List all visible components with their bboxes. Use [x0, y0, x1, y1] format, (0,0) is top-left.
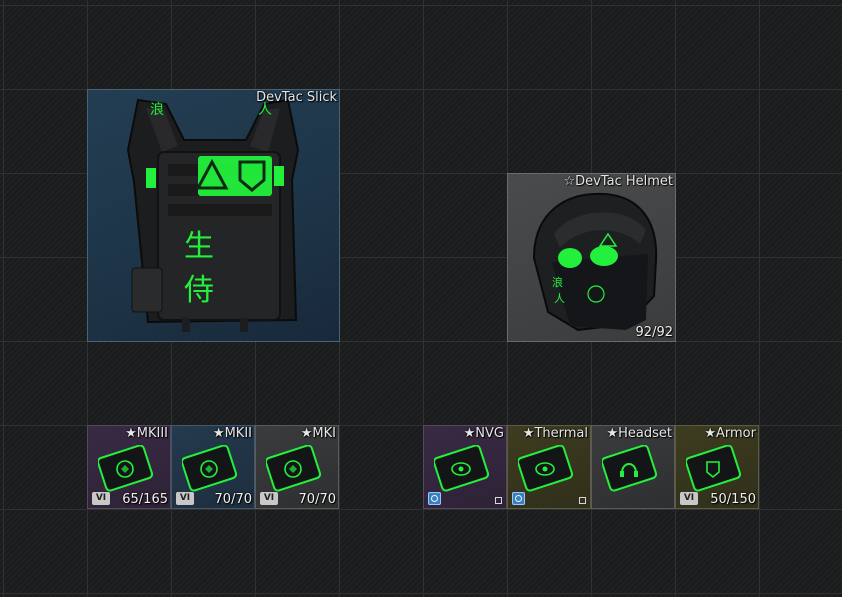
mod-slot-icon: [512, 492, 525, 505]
thermal-module-item[interactable]: ★Thermal: [507, 425, 591, 509]
shield-icon: [686, 444, 742, 492]
slot-indicator-icon: [579, 497, 586, 504]
svg-text:浪: 浪: [150, 102, 164, 118]
mkiii-plate-item[interactable]: ★MKIII VI 65/165: [87, 425, 171, 509]
item-name: ★Headset: [606, 426, 672, 441]
durability-label: 50/150: [710, 492, 756, 507]
mkii-plate-item[interactable]: ★MKII VI 70/70: [171, 425, 255, 509]
armor-card-icon: [182, 444, 238, 492]
durability-label: 65/165: [122, 492, 168, 507]
headset-icon: [602, 444, 658, 492]
svg-text:生: 生: [184, 229, 214, 264]
devtac-helmet-item[interactable]: 浪 人 ☆DevTac Helmet 92/92: [507, 173, 676, 342]
armor-card-icon: [266, 444, 322, 492]
armor-module-item[interactable]: ★Armor VI 50/150: [675, 425, 759, 509]
item-name: ★MKI: [300, 426, 336, 441]
armor-class-badge: VI: [92, 492, 110, 505]
item-name: ★NVG: [463, 426, 504, 441]
item-name: ★MKII: [212, 426, 252, 441]
devtac-slick-item[interactable]: 生 侍 浪 人 DevTac Slick: [87, 89, 340, 342]
item-name: ☆DevTac Helmet: [563, 174, 673, 189]
item-name: ★Armor: [704, 426, 756, 441]
durability-label: 92/92: [635, 325, 673, 340]
inventory-grid: 生 侍 浪 人 DevTac Slick 浪 人 ☆DevTac Helmet …: [0, 0, 842, 597]
item-name: DevTac Slick: [256, 90, 337, 105]
armor-class-badge: VI: [260, 492, 278, 505]
helmet-icon: 浪 人: [532, 192, 658, 332]
headset-module-item[interactable]: ★Headset: [591, 425, 675, 509]
armor-class-badge: VI: [680, 492, 698, 505]
durability-label: 70/70: [214, 492, 252, 507]
svg-text:浪: 浪: [552, 275, 563, 289]
mki-plate-item[interactable]: ★MKI VI 70/70: [255, 425, 339, 509]
armor-card-icon: [98, 444, 154, 492]
eye-icon: [518, 444, 574, 492]
plate-carrier-icon: 生 侍 浪 人: [126, 98, 300, 332]
item-name: ★MKIII: [125, 426, 168, 441]
slot-indicator-icon: [495, 497, 502, 504]
durability-label: 70/70: [298, 492, 336, 507]
svg-text:人: 人: [554, 292, 565, 305]
item-name: ★Thermal: [522, 426, 588, 441]
svg-text:侍: 侍: [184, 273, 214, 308]
armor-class-badge: VI: [176, 492, 194, 505]
nvg-module-item[interactable]: ★NVG: [423, 425, 507, 509]
eye-icon: [434, 444, 490, 492]
mod-slot-icon: [428, 492, 441, 505]
